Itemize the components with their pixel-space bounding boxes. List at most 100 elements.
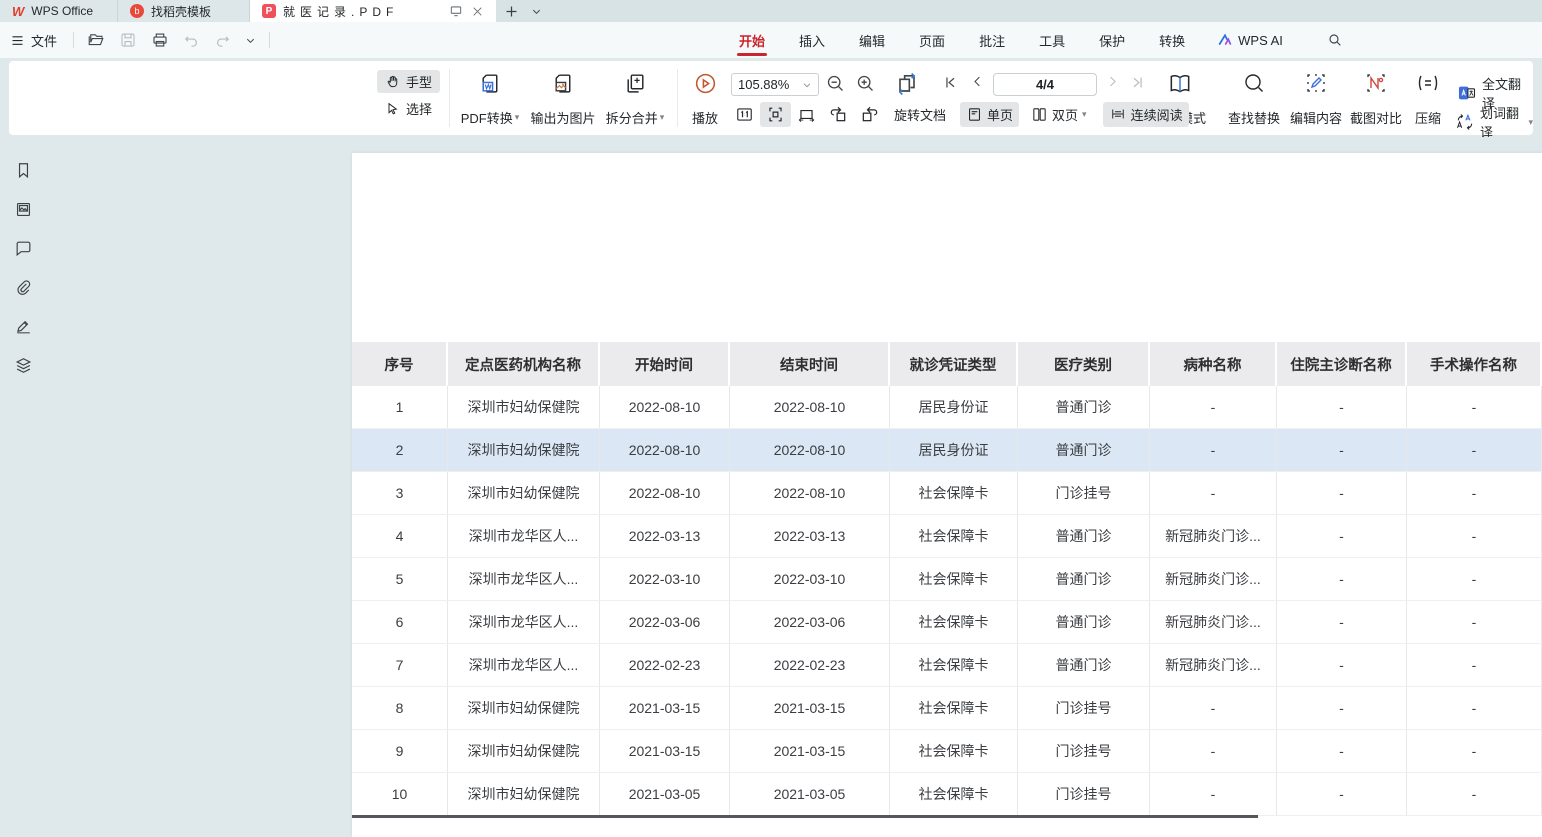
table-cell: - xyxy=(1407,730,1542,772)
tab-label: 找稻壳模板 xyxy=(151,3,211,20)
print-button[interactable] xyxy=(144,28,176,52)
split-merge-button[interactable]: 拆分合并▾ xyxy=(597,69,673,129)
screenshot-compare-button[interactable]: 截图对比 xyxy=(1347,69,1405,129)
menu-home[interactable]: 开始 xyxy=(737,23,767,58)
rotate-right-button[interactable] xyxy=(854,101,886,127)
bookmark-icon[interactable] xyxy=(12,159,34,181)
table-cell: 3 xyxy=(352,472,448,514)
search-icon xyxy=(1242,71,1266,95)
table-cell: 社会保障卡 xyxy=(890,730,1018,772)
hand-icon xyxy=(385,74,401,90)
undo-button[interactable] xyxy=(176,29,207,52)
table-cell: - xyxy=(1277,558,1407,600)
next-page-button[interactable] xyxy=(1105,74,1120,89)
double-page-button[interactable]: 双页 ▾ xyxy=(1025,102,1093,127)
table-header-cell: 病种名称 xyxy=(1150,342,1277,386)
tab-document-pdf[interactable]: P 就医记录.PDF xyxy=(250,0,496,22)
table-cell: 新冠肺炎门诊... xyxy=(1150,601,1277,643)
close-icon[interactable] xyxy=(471,5,484,18)
thumbnails-icon[interactable] xyxy=(12,198,34,220)
wps-ai-label: WPS AI xyxy=(1238,33,1283,48)
rotate-pages-button[interactable] xyxy=(893,70,921,98)
signature-icon[interactable] xyxy=(12,315,34,337)
search-icon[interactable] xyxy=(1327,32,1343,48)
table-cell: 普通门诊 xyxy=(1018,644,1150,686)
monitor-icon[interactable] xyxy=(449,4,463,18)
continuous-read-label: 连续阅读 xyxy=(1131,105,1183,124)
table-cell: 2021-03-05 xyxy=(600,773,730,815)
pdf-convert-button[interactable]: PDF转换▾ xyxy=(455,69,525,129)
pdf-page[interactable]: 序号定点医药机构名称开始时间结束时间就诊凭证类型医疗类别病种名称住院主诊断名称手… xyxy=(352,153,1542,837)
zoom-out-button[interactable] xyxy=(825,73,846,94)
tab-wps-office[interactable]: W WPS Office xyxy=(0,0,118,22)
full-translate-icon xyxy=(1457,83,1477,103)
select-tool-button[interactable]: 选择 xyxy=(377,97,440,120)
compress-icon xyxy=(1416,71,1440,95)
table-cell: 门诊挂号 xyxy=(1018,687,1150,729)
new-tab-button[interactable] xyxy=(496,0,527,22)
rotate-left-button[interactable] xyxy=(822,101,854,127)
menu-protect[interactable]: 保护 xyxy=(1097,23,1127,58)
tab-docer-templates[interactable]: b 找稻壳模板 xyxy=(118,0,250,22)
previous-page-button[interactable] xyxy=(970,74,985,89)
zoom-level-select[interactable]: 105.88% xyxy=(731,73,819,96)
attachment-icon[interactable] xyxy=(12,276,34,298)
table-cell: 居民身份证 xyxy=(890,429,1018,471)
export-image-button[interactable]: 输出为图片 xyxy=(523,69,603,129)
table-cell: 深圳市妇幼保健院 xyxy=(448,773,600,815)
table-cell: 10 xyxy=(352,773,448,815)
menu-tools[interactable]: 工具 xyxy=(1037,23,1067,58)
page-number-input[interactable] xyxy=(993,73,1097,96)
table-cell: - xyxy=(1277,386,1407,428)
table-cell: - xyxy=(1150,773,1277,815)
tab-list-button[interactable] xyxy=(527,0,546,22)
table-cell: 深圳市妇幼保健院 xyxy=(448,429,600,471)
redo-button[interactable] xyxy=(207,29,238,52)
cursor-icon xyxy=(385,101,401,117)
first-page-button[interactable] xyxy=(942,74,959,91)
medical-records-table: 序号定点医药机构名称开始时间结束时间就诊凭证类型医疗类别病种名称住院主诊断名称手… xyxy=(352,342,1542,816)
table-row: 9深圳市妇幼保健院2021-03-152021-03-15社会保障卡门诊挂号--… xyxy=(352,730,1542,773)
table-cell: - xyxy=(1407,429,1542,471)
menu-insert[interactable]: 插入 xyxy=(797,23,827,58)
menu-wps-ai[interactable]: WPS AI xyxy=(1217,32,1283,48)
menu-edit[interactable]: 编辑 xyxy=(857,23,887,58)
menu-convert[interactable]: 转换 xyxy=(1157,23,1187,58)
rotate-pages-icon xyxy=(893,70,921,98)
save-button[interactable] xyxy=(112,28,144,52)
fit-page-button[interactable] xyxy=(791,102,822,127)
menu-page[interactable]: 页面 xyxy=(917,23,947,58)
open-file-button[interactable] xyxy=(80,28,112,52)
single-page-button[interactable]: 单页 xyxy=(960,102,1019,127)
main-menus: 开始 插入 编辑 页面 批注 工具 保护 转换 WPS AI xyxy=(737,22,1343,58)
window-tab-bar: W WPS Office b 找稻壳模板 P 就医记录.PDF xyxy=(0,0,1542,22)
table-cell: 2022-08-10 xyxy=(730,429,890,471)
zoom-in-button[interactable] xyxy=(855,73,876,94)
split-merge-icon xyxy=(623,71,648,96)
chevron-down-icon: ▾ xyxy=(660,112,665,123)
menu-annotate[interactable]: 批注 xyxy=(977,23,1007,58)
double-page-icon xyxy=(1031,106,1048,123)
continuous-read-icon xyxy=(1109,105,1127,123)
table-cell: 深圳市龙华区人... xyxy=(448,515,600,557)
hand-tool-button[interactable]: 手型 xyxy=(377,70,440,93)
actual-size-button[interactable] xyxy=(729,102,760,127)
tab-label: WPS Office xyxy=(31,4,93,18)
word-translate-button[interactable]: 划词翻译 ▾ xyxy=(1455,103,1533,141)
horizontal-scrollbar[interactable] xyxy=(352,815,1258,818)
fit-width-button[interactable] xyxy=(760,102,791,127)
last-page-button[interactable] xyxy=(1129,74,1146,91)
quick-access-dropdown[interactable] xyxy=(238,32,263,49)
table-cell: - xyxy=(1277,644,1407,686)
find-replace-button[interactable]: 查找替换 xyxy=(1225,69,1283,129)
layers-icon[interactable] xyxy=(12,354,34,376)
table-cell: 社会保障卡 xyxy=(890,773,1018,815)
edit-content-button[interactable]: 编辑内容 xyxy=(1287,69,1345,129)
comment-icon[interactable] xyxy=(12,237,34,259)
compress-button[interactable]: 压缩 xyxy=(1407,69,1449,129)
one-to-one-icon xyxy=(735,105,754,124)
continuous-read-button[interactable]: 连续阅读 xyxy=(1103,102,1189,127)
file-menu-button[interactable]: 文件 xyxy=(0,31,67,50)
table-cell: 居民身份证 xyxy=(890,386,1018,428)
play-button[interactable]: 播放 xyxy=(685,69,725,129)
